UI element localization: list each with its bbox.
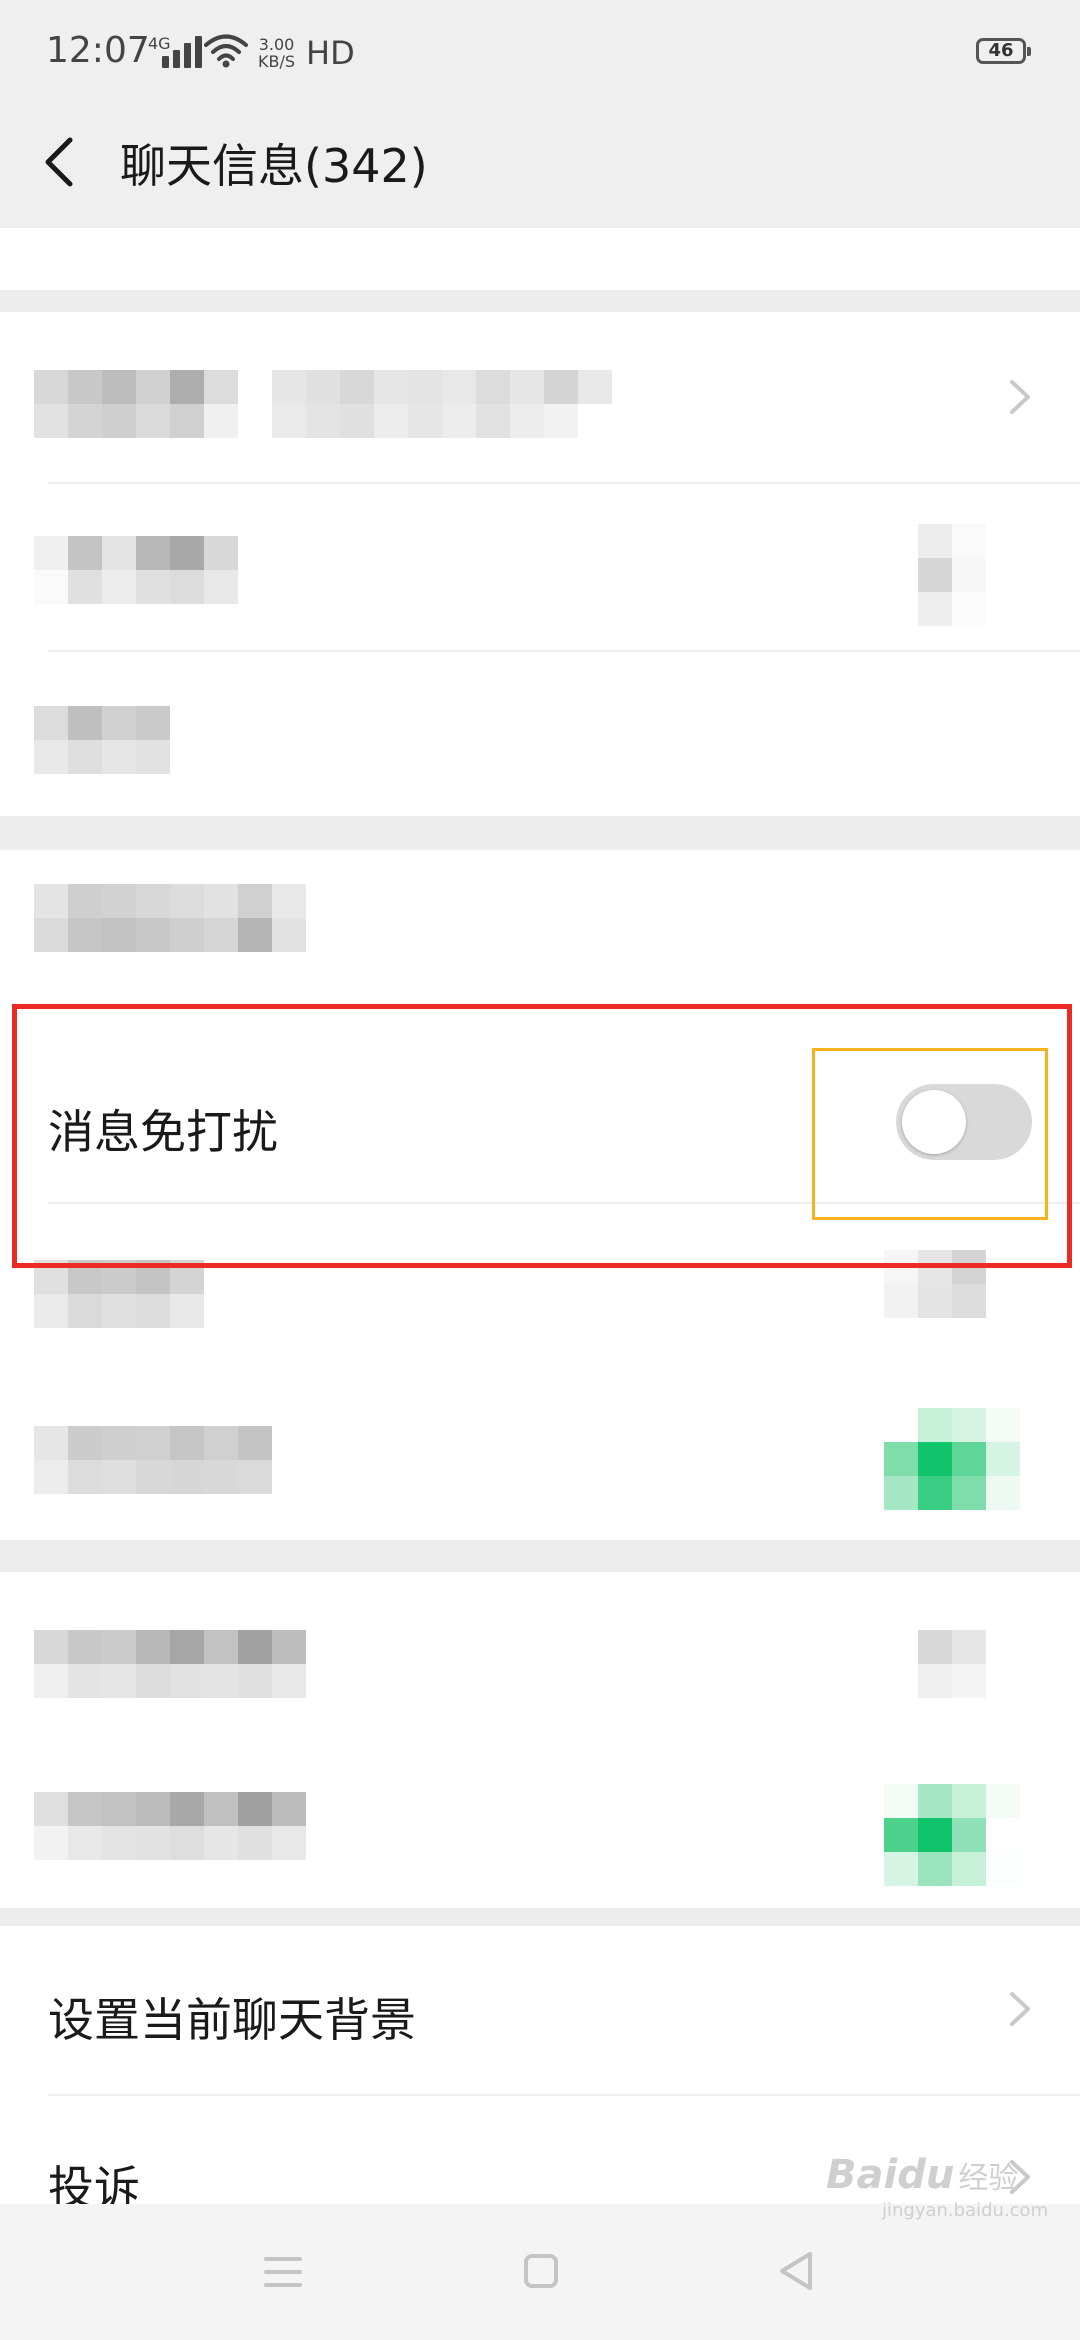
redacted-text [34,1426,272,1494]
watermark-cn: 经验 [958,2161,1019,2196]
home-icon[interactable] [524,2254,558,2288]
status-time: 12:07 [46,30,150,71]
watermark-brand-suffix: du [897,2152,955,2198]
list-item[interactable] [0,1740,1080,1908]
redacted-text [34,1260,204,1328]
settings-card-2 [0,1572,1080,1908]
signal-icon [162,36,202,68]
chat-background-label: 设置当前聊天背景 [48,1993,416,2047]
speed-unit: KB/S [258,52,296,71]
network-speed: 3.00 KB/S [258,36,295,70]
page-title: 聊天信息(342) [120,139,428,193]
redacted-green-value [884,1408,1020,1510]
list-item[interactable] [0,1572,1080,1740]
redacted-text [34,1792,306,1860]
redacted-text [34,370,612,438]
list-item[interactable] [0,312,1080,482]
hd-indicator: HD [306,34,355,72]
redacted-text [34,706,170,774]
nav-back-icon[interactable] [778,2250,814,2292]
baidu-watermark: Baidu 经验 [826,2152,1018,2198]
redacted-text [34,536,238,604]
speed-value: 3.00 [258,35,295,54]
redacted-value [918,1630,986,1698]
chevron-right-icon [1010,1992,1030,2026]
back-arrow-icon[interactable] [34,130,90,194]
list-item[interactable] [0,1374,1080,1540]
watermark-brand: Bai [826,2152,898,2198]
list-item[interactable] [0,484,1080,650]
chevron-right-icon [1010,380,1030,414]
list-item[interactable] [0,850,1080,996]
redacted-value [918,524,986,626]
redacted-green-value [884,1784,1020,1886]
menu-icon[interactable] [264,2254,302,2290]
list-item[interactable] [0,652,1080,816]
battery-icon: 46 [976,38,1031,64]
title-bar: 聊天信息(342) [0,100,1080,228]
top-strip [0,228,1080,290]
status-bar: 12:07 4G 3.00 KB/S HD 46 [0,0,1080,100]
chat-background-row[interactable]: 设置当前聊天背景 [0,1926,1080,2094]
wifi-icon [204,34,248,68]
watermark-url: jingyan.baidu.com [882,2200,1049,2221]
highlight-box-yellow [812,1048,1048,1220]
redacted-text [34,1630,306,1698]
redacted-text [34,884,306,952]
members-card [0,312,1080,816]
system-nav-bar [0,2204,1080,2340]
